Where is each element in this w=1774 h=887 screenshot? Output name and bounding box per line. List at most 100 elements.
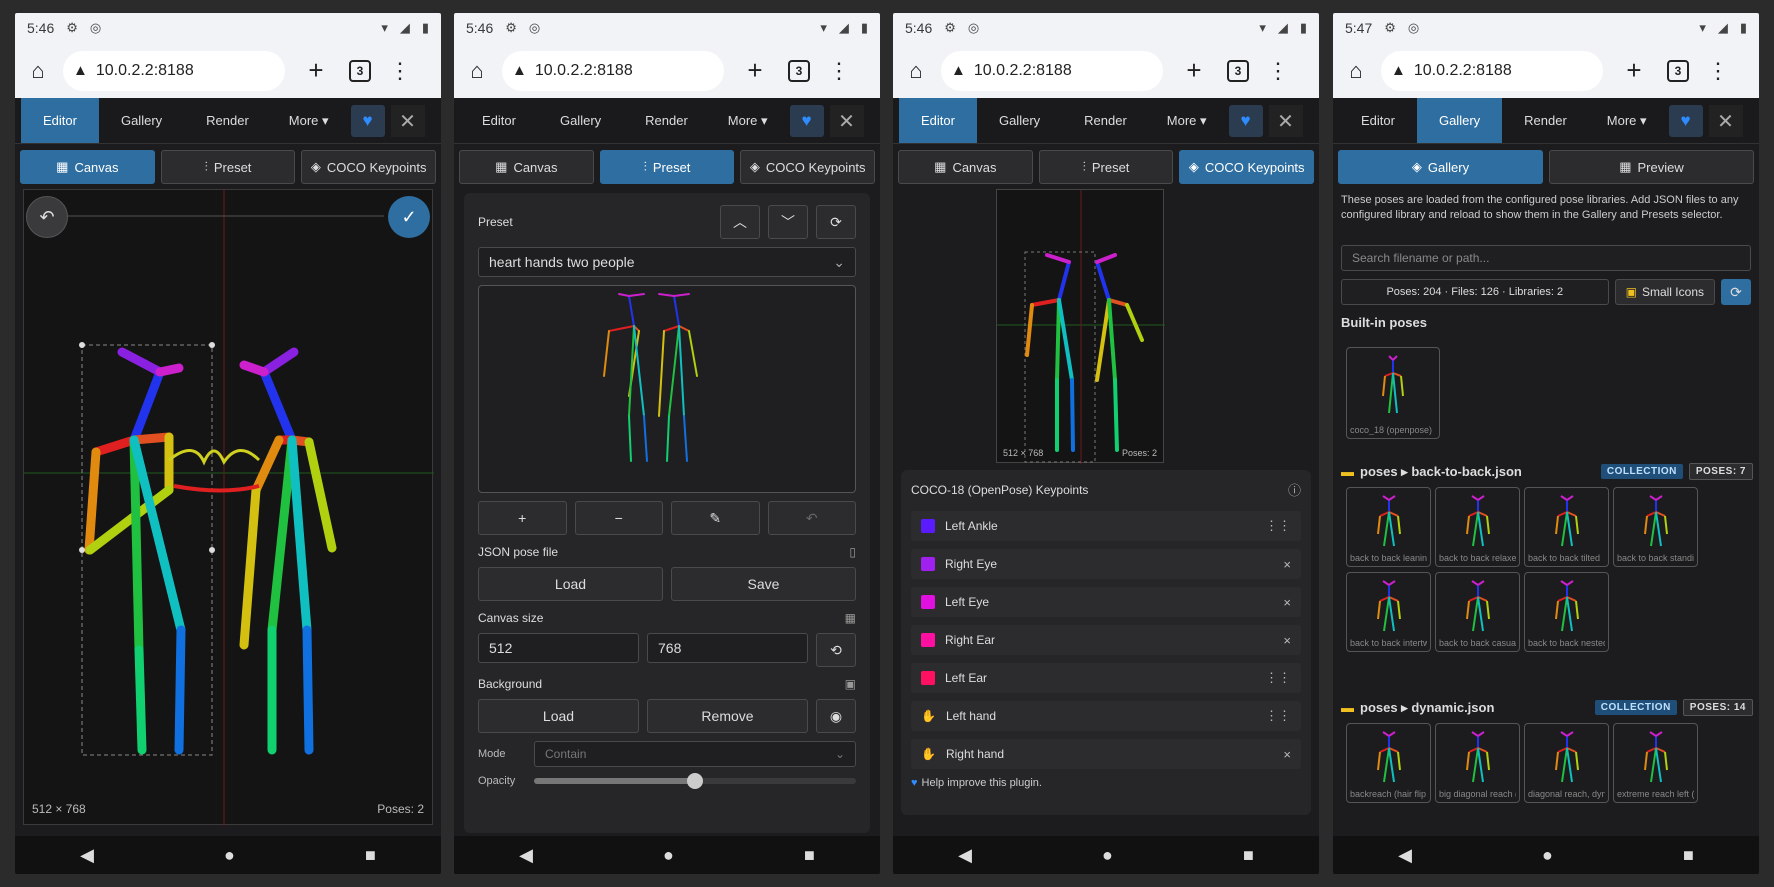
tab-gallery[interactable]: Gallery	[977, 98, 1062, 143]
back-icon[interactable]: ◀	[519, 845, 533, 866]
tab-render[interactable]: Render	[1062, 98, 1149, 143]
subtab-coco[interactable]: ◈ COCO Keypoints	[1179, 150, 1315, 184]
drag-handle-icon[interactable]: ⋮⋮	[1265, 708, 1291, 724]
menu-icon[interactable]: ⋮	[389, 58, 411, 84]
reset-size-button[interactable]: ⟲	[816, 633, 856, 667]
home-icon[interactable]: ⌂	[23, 56, 53, 86]
subtab-coco[interactable]: ◈ COCO Keypoints	[740, 150, 876, 184]
coco-preview-canvas[interactable]: 512 × 768 Poses: 2	[996, 189, 1165, 464]
keypoint-row[interactable]: Left Eye ×	[911, 587, 1301, 617]
pose-thumb[interactable]: back to back nested	[1524, 572, 1609, 652]
close-icon[interactable]: ✕	[1268, 105, 1303, 137]
drag-handle-icon[interactable]: ⋮⋮	[1265, 670, 1291, 686]
subtab-canvas[interactable]: ▦ Canvas	[898, 150, 1033, 184]
menu-icon[interactable]: ⋮	[1267, 58, 1289, 84]
new-tab-icon[interactable]: +	[1619, 55, 1649, 86]
close-icon[interactable]: ✕	[829, 105, 864, 137]
pose-thumb[interactable]: back to back relaxed	[1435, 487, 1520, 567]
keypoint-row[interactable]: ✋ Right hand ×	[911, 739, 1301, 769]
tab-more[interactable]: More ▾	[710, 98, 786, 143]
tab-more[interactable]: More ▾	[271, 98, 347, 143]
new-tab-icon[interactable]: +	[1179, 55, 1209, 86]
close-icon[interactable]: ✕	[390, 105, 425, 137]
recents-icon[interactable]: ■	[804, 845, 815, 866]
height-input[interactable]: 768	[647, 633, 808, 663]
drag-handle-icon[interactable]: ⋮⋮	[1265, 518, 1291, 534]
opacity-slider[interactable]	[534, 773, 856, 789]
pose-thumb[interactable]: backreach (hair flip ...	[1346, 723, 1431, 803]
home-nav-icon[interactable]: ●	[224, 845, 235, 866]
pose-skeleton-drawing[interactable]	[24, 190, 434, 826]
confirm-button[interactable]: ✓	[388, 196, 430, 238]
preset-next-button[interactable]: ﹀	[768, 205, 808, 239]
tab-switcher-button[interactable]: 3	[788, 59, 810, 82]
bg-remove-button[interactable]: Remove	[647, 699, 808, 733]
tab-render[interactable]: Render	[1502, 98, 1589, 143]
back-icon[interactable]: ◀	[958, 845, 972, 866]
subtab-preview[interactable]: ▦ Preview	[1549, 150, 1754, 184]
json-load-button[interactable]: Load	[478, 567, 663, 601]
builtin-pose-thumb[interactable]: coco_18 (openpose)	[1346, 347, 1440, 439]
heart-icon[interactable]: ♥	[1668, 105, 1703, 137]
tab-switcher-button[interactable]: 3	[349, 59, 371, 82]
remove-keypoint-icon[interactable]: ×	[1283, 595, 1291, 610]
toggle-bg-button[interactable]: ◉	[816, 699, 856, 733]
tab-gallery[interactable]: Gallery	[99, 98, 184, 143]
keypoint-row[interactable]: Right Eye ×	[911, 549, 1301, 579]
new-tab-icon[interactable]: +	[740, 55, 770, 86]
recents-icon[interactable]: ■	[1243, 845, 1254, 866]
pose-thumb[interactable]: back to back standi...	[1613, 487, 1698, 567]
add-pose-button[interactable]: +	[478, 501, 567, 535]
keypoint-row[interactable]: ✋ Left hand ⋮⋮	[911, 701, 1301, 731]
home-icon[interactable]: ⌂	[1341, 56, 1371, 86]
home-nav-icon[interactable]: ●	[1542, 845, 1553, 866]
subtab-gallery[interactable]: ◈ Gallery	[1338, 150, 1543, 184]
tab-editor[interactable]: Editor	[460, 98, 538, 143]
tab-switcher-button[interactable]: 3	[1667, 59, 1689, 82]
heart-icon[interactable]: ♥	[1228, 105, 1263, 137]
gallery-search-input[interactable]: Search filename or path...	[1341, 245, 1751, 271]
keypoint-row[interactable]: Left Ankle ⋮⋮	[911, 511, 1301, 541]
subtab-preset[interactable]: ⫶ Preset	[160, 150, 296, 184]
undo-pose-button[interactable]: ↶	[767, 501, 856, 535]
preset-select[interactable]: heart hands two people ⌄	[478, 247, 856, 277]
subtab-preset[interactable]: ⫶ Preset	[599, 150, 735, 184]
tab-editor[interactable]: Editor	[899, 98, 977, 143]
preset-prev-button[interactable]: ︿	[720, 205, 760, 239]
new-tab-icon[interactable]: +	[301, 55, 331, 86]
bg-load-button[interactable]: Load	[478, 699, 639, 733]
subtab-preset[interactable]: ⫶ Preset	[1038, 150, 1174, 184]
opacity-knob[interactable]	[687, 773, 703, 789]
remove-keypoint-icon[interactable]: ×	[1283, 557, 1291, 572]
help-link[interactable]: ♥ Help improve this plugin.	[911, 777, 1301, 789]
pose-thumb[interactable]: big diagonal reach (...	[1435, 723, 1520, 803]
recents-icon[interactable]: ■	[365, 845, 376, 866]
keypoint-row[interactable]: Right Ear ×	[911, 625, 1301, 655]
json-save-button[interactable]: Save	[671, 567, 856, 601]
pose-thumb[interactable]: diagonal reach, dyn...	[1524, 723, 1609, 803]
tab-switcher-button[interactable]: 3	[1227, 59, 1249, 82]
home-nav-icon[interactable]: ●	[1102, 845, 1113, 866]
heart-icon[interactable]: ♥	[350, 105, 385, 137]
edit-pose-button[interactable]: ✎	[671, 501, 760, 535]
subtab-canvas[interactable]: ▦ Canvas	[459, 150, 594, 184]
tab-editor[interactable]: Editor	[1339, 98, 1417, 143]
tab-more[interactable]: More ▾	[1149, 98, 1225, 143]
address-bar[interactable]: ▲ 10.0.2.2:8188	[63, 50, 285, 91]
menu-icon[interactable]: ⋮	[828, 58, 850, 84]
address-bar[interactable]: ▲ 10.0.2.2:8188	[941, 50, 1163, 91]
tab-render[interactable]: Render	[623, 98, 710, 143]
undo-button[interactable]: ↶	[26, 196, 68, 238]
remove-pose-button[interactable]: −	[574, 501, 663, 535]
close-icon[interactable]: ✕	[1708, 105, 1743, 137]
recents-icon[interactable]: ■	[1683, 845, 1694, 866]
tab-render[interactable]: Render	[184, 98, 271, 143]
tab-editor[interactable]: Editor	[21, 98, 99, 143]
tab-gallery[interactable]: Gallery	[1416, 98, 1503, 143]
small-icons-button[interactable]: ▣ Small Icons	[1614, 279, 1715, 305]
mode-select[interactable]: Contain ⌄	[534, 741, 856, 767]
home-icon[interactable]: ⌂	[901, 56, 931, 86]
width-input[interactable]: 512	[478, 633, 639, 663]
tab-gallery[interactable]: Gallery	[538, 98, 623, 143]
info-icon[interactable]: ⓘ	[1288, 480, 1301, 499]
